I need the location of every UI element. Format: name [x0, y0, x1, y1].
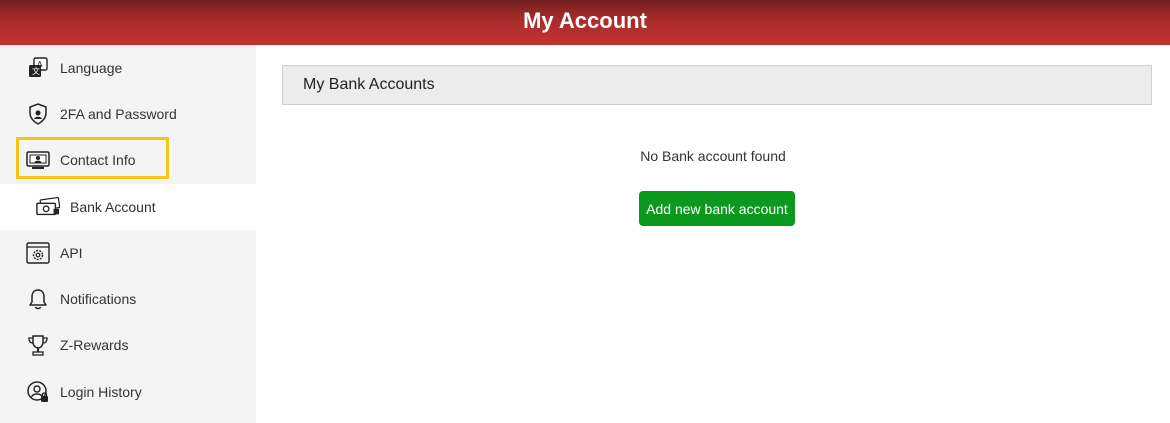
sidebar-item-z-rewards[interactable]: Z-Rewards [0, 322, 256, 368]
user-lock-icon [26, 380, 50, 404]
svg-text:文: 文 [32, 66, 40, 76]
sidebar-item-notifications[interactable]: Notifications [0, 276, 256, 322]
sidebar-item-label: Contact Info [60, 152, 136, 168]
shield-lock-icon [26, 102, 50, 126]
api-gear-icon [26, 241, 50, 265]
section-header: My Bank Accounts [282, 65, 1152, 105]
sidebar-item-api[interactable]: API [0, 230, 256, 276]
add-bank-account-button[interactable]: Add new bank account [639, 191, 795, 226]
sidebar-item-label: Login History [60, 384, 142, 400]
sidebar-item-label: Language [60, 60, 123, 76]
page-title: My Account [523, 8, 647, 33]
contact-card-icon [26, 148, 50, 172]
sidebar-item-bank-account[interactable]: Bank Account [0, 184, 256, 230]
header-bar: My Account [0, 0, 1170, 45]
sidebar-item-label: Notifications [60, 291, 137, 307]
main-content: My Bank Accounts No Bank account found A… [256, 45, 1170, 423]
sidebar-item-label: Bank Account [70, 199, 156, 215]
sidebar-item-label: Z-Rewards [60, 337, 129, 353]
section-title: My Bank Accounts [303, 76, 435, 93]
sidebar-item-login-history[interactable]: Login History [0, 369, 256, 415]
sidebar-item-language[interactable]: A 文 Language [0, 45, 256, 91]
bell-icon [26, 287, 50, 311]
trophy-icon [26, 333, 50, 357]
sidebar-item-2fa-password[interactable]: 2FA and Password [0, 91, 256, 137]
language-icon: A 文 [26, 56, 50, 80]
sidebar-item-label: 2FA and Password [60, 106, 177, 122]
account-sidebar: A 文 Language 2FA and Password Contact In… [0, 45, 256, 423]
banknotes-icon [36, 195, 60, 219]
sidebar-item-label: API [60, 245, 83, 261]
empty-state-message: No Bank account found [640, 148, 786, 164]
sidebar-item-contact-info[interactable]: Contact Info [0, 137, 256, 183]
